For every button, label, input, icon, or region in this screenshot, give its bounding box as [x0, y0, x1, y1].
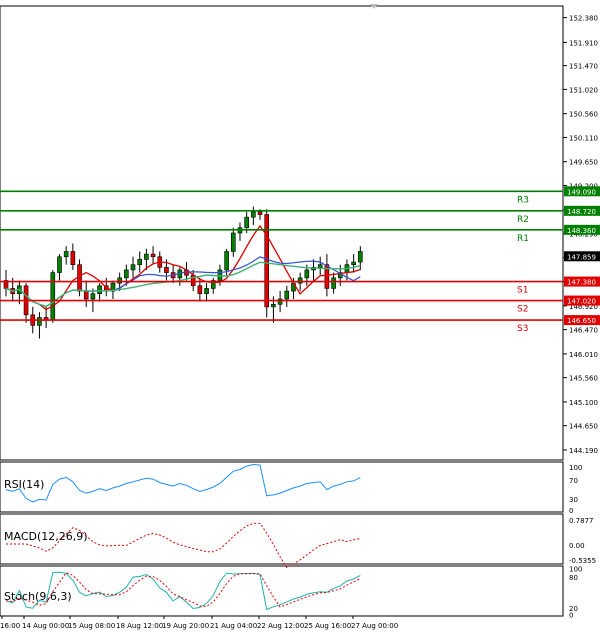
candle-body-21 — [144, 253, 149, 260]
indicator-label-1: MACD(12,26,9) — [4, 530, 88, 543]
y-tick-label-4: 150.560 — [569, 111, 598, 119]
indicator-0-tick-0: 100 — [569, 464, 582, 472]
candle-body-8 — [57, 256, 62, 273]
level-price-label-s2: 147.020 — [567, 298, 596, 306]
candle-body-36 — [244, 216, 249, 229]
candle-body-53 — [358, 251, 363, 263]
candle-body-30 — [204, 288, 209, 295]
candle-body-24 — [164, 267, 169, 273]
indicator-pane-frame-1 — [0, 461, 564, 513]
forex-chart: 152.380 151.910 151.470 151.020 150.560 150.1… — [0, 4, 600, 630]
y-tick-label-16: 145.100 — [569, 399, 598, 407]
indicator-1-tick-2: -0.5355 — [569, 557, 596, 565]
candle-body-14 — [97, 285, 102, 295]
level-name-s3: S3 — [517, 324, 528, 334]
indicator-0-tick-1: 70 — [569, 477, 578, 485]
x-tick-label-0: 16:00 — [0, 622, 20, 630]
y-tick-label-18: 144.190 — [569, 447, 598, 455]
candle-body-49 — [331, 277, 336, 289]
level-price-label-s1: 147.380 — [567, 279, 596, 287]
candle-body-9 — [63, 251, 69, 258]
level-name-r3: R3 — [517, 195, 529, 205]
level-name-r2: R2 — [517, 215, 529, 225]
candle-body-29 — [197, 285, 203, 295]
indicator-0-tick-3: 0 — [569, 507, 573, 515]
current-price-label: 147.859 — [567, 253, 596, 261]
level-price-label-r2: 148.720 — [567, 208, 596, 216]
indicator-2-tick-1: 80 — [569, 574, 578, 582]
candle-body-20 — [137, 259, 143, 265]
x-tick-label-7: 25 Aug 16:00 — [304, 622, 351, 630]
x-tick-label-2: 15 Aug 08:00 — [68, 622, 115, 630]
candle-body-7 — [50, 272, 56, 321]
candle-body-52 — [351, 261, 356, 265]
x-tick-label-5: 21 Aug 04:00 — [210, 622, 257, 630]
candle-body-18 — [124, 269, 129, 279]
indicator-1-tick-1: 0.00 — [569, 542, 585, 550]
indicator-0-tick-2: 30 — [569, 496, 578, 504]
y-tick-label-6: 149.650 — [569, 159, 598, 167]
indicator-label-0: RSI(14) — [4, 478, 44, 491]
y-tick-label-15: 145.560 — [569, 375, 598, 383]
level-price-label-r3: 149.090 — [567, 188, 596, 196]
y-tick-label-13: 146.470 — [569, 327, 598, 335]
level-price-label-r1: 148.360 — [567, 227, 596, 235]
candle-body-40 — [271, 303, 276, 308]
x-tick-label-3: 18 Aug 12:00 — [116, 622, 163, 630]
candle-body-39 — [264, 214, 270, 308]
candle-body-33 — [224, 251, 229, 271]
candle-body-5 — [37, 317, 42, 326]
y-tick-label-14: 146.010 — [569, 351, 598, 359]
level-name-s2: S2 — [517, 305, 528, 315]
candle-body-38 — [257, 211, 263, 215]
indicator-2-tick-0: 100 — [569, 566, 582, 574]
candle-body-10 — [70, 251, 76, 265]
candle-body-34 — [230, 232, 236, 252]
candle-body-22 — [150, 253, 156, 258]
indicator-2-tick-3: 0 — [569, 612, 573, 620]
indicator-1-tick-0: 0.7877 — [569, 517, 594, 525]
level-name-s1: S1 — [517, 286, 528, 296]
candle-body-19 — [130, 264, 136, 271]
x-tick-label-4: 19 Aug 20:00 — [162, 622, 209, 630]
level-price-label-s3: 146.650 — [567, 317, 596, 325]
candle-body-12 — [83, 290, 89, 300]
y-tick-label-3: 151.020 — [569, 86, 598, 94]
x-tick-label-6: 22 Aug 12:00 — [257, 622, 304, 630]
level-name-r1: R1 — [517, 234, 529, 244]
y-tick-label-0: 152.380 — [569, 15, 598, 23]
candle-body-45 — [304, 269, 310, 279]
indicator-pane-frame-3 — [0, 565, 564, 617]
candle-body-11 — [77, 264, 82, 292]
main-pane-frame — [0, 5, 564, 461]
y-tick-label-1: 151.910 — [569, 39, 598, 47]
x-tick-label-1: 14 Aug 00:00 — [22, 622, 69, 630]
candle-body-47 — [317, 264, 323, 268]
candle-body-42 — [284, 290, 290, 300]
y-tick-label-2: 151.470 — [569, 63, 598, 71]
y-tick-label-5: 150.110 — [569, 134, 598, 142]
y-tick-label-17: 144.650 — [569, 423, 598, 431]
candle-body-37 — [251, 211, 256, 218]
candle-body-13 — [90, 293, 96, 300]
x-tick-label-8: 27 Aug 00:00 — [351, 622, 398, 630]
